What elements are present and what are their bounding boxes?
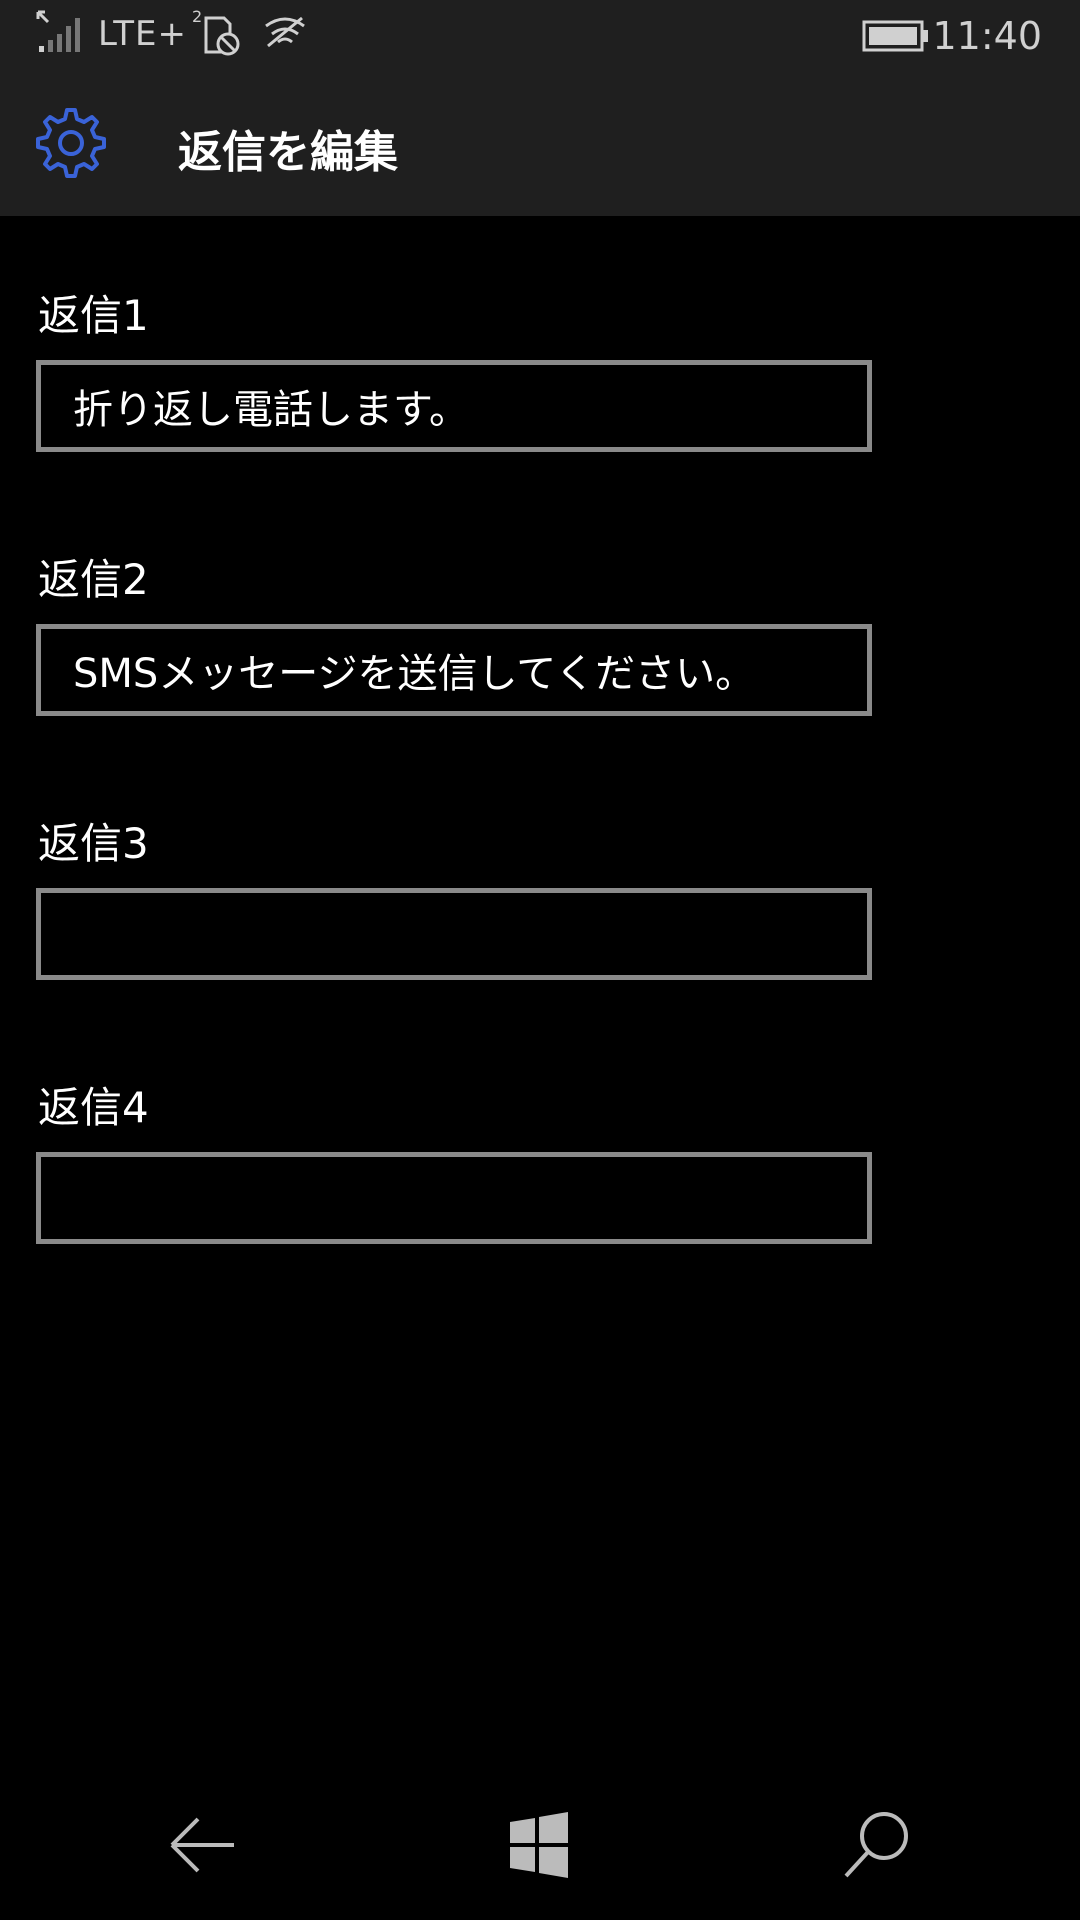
sim-card-icon: 2 bbox=[192, 8, 240, 56]
reply-3-input[interactable] bbox=[36, 888, 872, 980]
page-title: 返信を編集 bbox=[178, 127, 398, 178]
clock: 11:40 bbox=[932, 14, 1042, 58]
wifi-off-icon bbox=[265, 16, 305, 48]
search-icon[interactable] bbox=[832, 1800, 922, 1890]
battery-icon bbox=[862, 20, 928, 52]
reply-2-input[interactable] bbox=[36, 624, 872, 716]
navigation-bar bbox=[0, 1770, 1080, 1920]
reply-4-input[interactable] bbox=[36, 1152, 872, 1244]
reply-3-label: 返信3 bbox=[38, 819, 149, 868]
windows-logo-icon[interactable] bbox=[494, 1800, 584, 1890]
signal-strength-icon bbox=[36, 10, 80, 52]
reply-1-label: 返信1 bbox=[38, 291, 149, 340]
reply-1-input[interactable] bbox=[36, 360, 872, 452]
back-arrow-icon[interactable] bbox=[158, 1800, 248, 1890]
app-header: 返信を編集 bbox=[0, 70, 1080, 216]
network-type: LTE+ bbox=[98, 14, 187, 54]
reply-2-label: 返信2 bbox=[38, 555, 149, 604]
status-bar: LTE+ 2 11:40 bbox=[0, 0, 1080, 70]
sim-number: 2 bbox=[192, 8, 202, 26]
reply-4-label: 返信4 bbox=[38, 1083, 149, 1132]
gear-icon bbox=[36, 108, 106, 178]
